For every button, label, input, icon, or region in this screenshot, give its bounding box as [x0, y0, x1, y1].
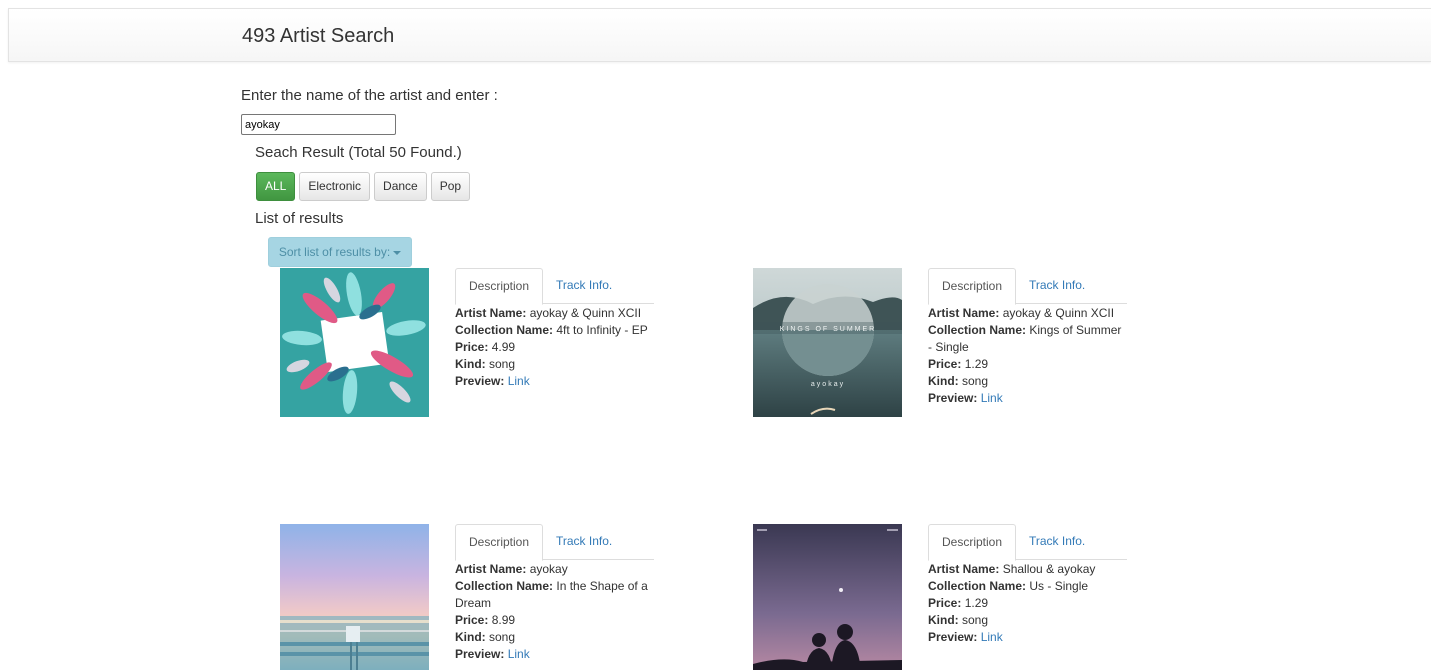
- price-value: 8.99: [491, 613, 516, 627]
- list-heading: List of results: [255, 210, 344, 227]
- result-description: Artist Name: Shallou & ayokay Collection…: [928, 561, 1128, 646]
- price-value: 1.29: [964, 596, 989, 610]
- collection-label: Collection Name:: [455, 323, 554, 337]
- search-prompt: Enter the name of the artist and enter :: [241, 87, 498, 104]
- tab-track-info[interactable]: Track Info.: [1016, 524, 1098, 560]
- preview-link[interactable]: Link: [981, 630, 1003, 644]
- artist-name: ayokay: [529, 562, 568, 576]
- result-description: Artist Name: ayokay Collection Name: In …: [455, 561, 655, 663]
- price-label: Price:: [928, 357, 962, 371]
- tab-track-info[interactable]: Track Info.: [543, 268, 625, 304]
- result-summary: Seach Result (Total 50 Found.): [255, 144, 462, 161]
- card-tabs: Description Track Info.: [928, 268, 1127, 305]
- price-label: Price:: [455, 613, 489, 627]
- search-input[interactable]: [241, 114, 396, 135]
- page-title[interactable]: 493 Artist Search: [242, 25, 394, 48]
- price-label: Price:: [455, 340, 489, 354]
- preview-link[interactable]: Link: [981, 391, 1003, 405]
- filter-pop-button[interactable]: Pop: [430, 172, 471, 201]
- result-description: Artist Name: ayokay & Quinn XCII Collect…: [928, 305, 1128, 407]
- tab-description[interactable]: Description: [928, 524, 1017, 561]
- artist-name: ayokay & Quinn XCII: [1002, 306, 1115, 320]
- filter-dance-button[interactable]: Dance: [374, 172, 427, 201]
- price-value: 1.29: [964, 357, 989, 371]
- artist-label: Artist Name:: [455, 562, 527, 576]
- caret-down-icon: [393, 250, 402, 255]
- album-cover-art: [280, 268, 429, 417]
- filter-all-button[interactable]: ALL: [256, 172, 296, 201]
- kind-label: Kind:: [928, 613, 959, 627]
- album-cover[interactable]: [280, 268, 429, 417]
- collection-label: Collection Name:: [928, 323, 1027, 337]
- cover-artist-text: ayokay: [811, 381, 845, 388]
- collection-label: Collection Name:: [455, 579, 554, 593]
- preview-label: Preview:: [455, 374, 505, 388]
- tab-description[interactable]: Description: [455, 268, 544, 305]
- genre-filter-group: ALL Electronic Dance Pop: [256, 172, 471, 201]
- tab-description[interactable]: Description: [928, 268, 1017, 305]
- result-card: Description Track Info. Artist Name: ayo…: [280, 268, 660, 428]
- kind-label: Kind:: [928, 374, 959, 388]
- kind-value: song: [962, 613, 989, 627]
- collection-name: Us - Single: [1029, 579, 1089, 593]
- cover-title-text: KINGS OF SUMMER: [780, 326, 877, 333]
- result-card: Description Track Info. Artist Name: Sha…: [753, 524, 1133, 670]
- result-card: Description Track Info. Artist Name: ayo…: [280, 524, 660, 670]
- result-card: KINGS OF SUMMER ayokay Description Track…: [753, 268, 1133, 428]
- price-value: 4.99: [491, 340, 516, 354]
- tab-track-info[interactable]: Track Info.: [1016, 268, 1098, 304]
- artist-label: Artist Name:: [928, 306, 1000, 320]
- album-cover[interactable]: [280, 524, 429, 670]
- price-label: Price:: [928, 596, 962, 610]
- album-cover-art: KINGS OF SUMMER ayokay: [753, 268, 902, 417]
- preview-link[interactable]: Link: [508, 374, 530, 388]
- navbar: 493 Artist Search: [8, 8, 1431, 62]
- preview-label: Preview:: [928, 391, 978, 405]
- kind-label: Kind:: [455, 630, 486, 644]
- kind-value: song: [489, 630, 516, 644]
- card-tabs: Description Track Info.: [455, 268, 654, 305]
- tab-track-info[interactable]: Track Info.: [543, 524, 625, 560]
- kind-value: song: [489, 357, 516, 371]
- preview-label: Preview:: [455, 647, 505, 661]
- album-cover-art: [753, 524, 902, 670]
- sort-button-label: Sort list of results by:: [278, 245, 391, 259]
- result-description: Artist Name: ayokay & Quinn XCII Collect…: [455, 305, 655, 390]
- album-cover[interactable]: KINGS OF SUMMER ayokay: [753, 268, 902, 417]
- filter-electronic-button[interactable]: Electronic: [299, 172, 371, 201]
- album-cover-art: [280, 524, 429, 670]
- kind-label: Kind:: [455, 357, 486, 371]
- kind-value: song: [962, 374, 989, 388]
- sort-dropdown-button[interactable]: Sort list of results by:: [268, 237, 412, 267]
- album-cover[interactable]: [753, 524, 902, 670]
- tab-description[interactable]: Description: [455, 524, 544, 561]
- preview-label: Preview:: [928, 630, 978, 644]
- preview-link[interactable]: Link: [508, 647, 530, 661]
- card-tabs: Description Track Info.: [455, 524, 654, 561]
- collection-label: Collection Name:: [928, 579, 1027, 593]
- artist-name: ayokay & Quinn XCII: [529, 306, 642, 320]
- collection-name: 4ft to Infinity - EP: [556, 323, 648, 337]
- artist-label: Artist Name:: [928, 562, 1000, 576]
- artist-label: Artist Name:: [455, 306, 527, 320]
- card-tabs: Description Track Info.: [928, 524, 1127, 561]
- artist-name: Shallou & ayokay: [1002, 562, 1096, 576]
